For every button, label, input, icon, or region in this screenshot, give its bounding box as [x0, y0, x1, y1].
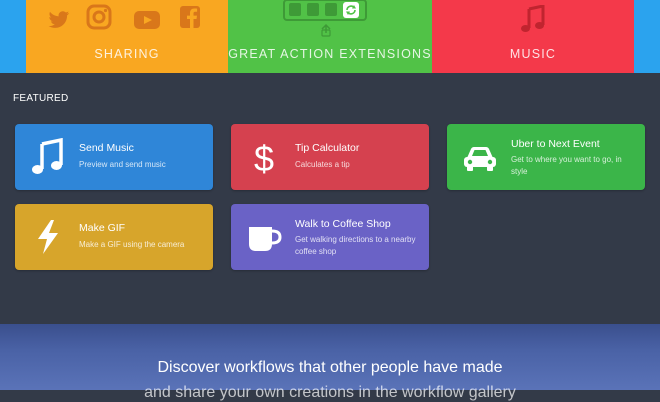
- music-banner[interactable]: MUSIC: [432, 0, 634, 73]
- card-title: Tip Calculator: [295, 142, 360, 154]
- sharing-label: SHARING: [94, 47, 160, 61]
- music-note-icon: [521, 5, 545, 32]
- svg-text:$: $: [254, 138, 274, 176]
- card-send-music[interactable]: Send Music Preview and send music: [15, 124, 213, 190]
- card-description: Get to where you want to go, in style: [511, 155, 622, 176]
- discover-gallery-section[interactable]: Discover workflows that other people hav…: [0, 324, 660, 401]
- card-description: Make a GIF using the camera: [79, 240, 185, 249]
- music-note-icon: [32, 138, 63, 174]
- facebook-icon: [180, 6, 200, 28]
- dollar-icon: $: [254, 138, 274, 176]
- card-title: Send Music: [79, 142, 134, 154]
- music-label: MUSIC: [509, 47, 557, 61]
- card-title: Make GIF: [79, 222, 126, 234]
- instagram-icon: [86, 4, 112, 30]
- card-make-gif[interactable]: Make GIF Make a GIF using the camera: [15, 204, 213, 270]
- banner-edge-left[interactable]: [0, 0, 26, 73]
- card-uber-next-event[interactable]: Uber to Next Event Get to where you want…: [447, 124, 645, 190]
- coffee-cup-icon: [249, 227, 282, 251]
- action-extensions-label: GREAT ACTION EXTENSIONS: [228, 47, 432, 61]
- card-walk-coffee-shop[interactable]: Walk to Coffee Shop Get walking directio…: [231, 204, 429, 270]
- youtube-icon: [134, 11, 160, 29]
- card-tip-calculator[interactable]: $ Tip Calculator Calculates a tip: [231, 124, 429, 190]
- discover-headline: Discover workflows that other people hav…: [157, 359, 503, 376]
- card-description: Calculates a tip: [295, 160, 350, 169]
- discover-subline: and share your own creations in the work…: [144, 384, 516, 401]
- lightning-icon: [38, 220, 58, 254]
- banner-edge-right[interactable]: [634, 0, 660, 73]
- featured-heading: FEATURED: [13, 93, 69, 104]
- action-extensions-icon: [283, 0, 367, 37]
- card-description: Get walking directions to a nearby coffe…: [295, 235, 416, 256]
- action-extensions-banner[interactable]: GREAT ACTION EXTENSIONS: [228, 0, 432, 73]
- card-title: Uber to Next Event: [511, 138, 600, 150]
- card-title: Walk to Coffee Shop: [295, 218, 391, 230]
- sharing-banner[interactable]: SHARING: [26, 0, 228, 73]
- card-description: Preview and send music: [79, 160, 166, 169]
- twitter-icon: [48, 11, 70, 28]
- car-icon: [464, 147, 496, 171]
